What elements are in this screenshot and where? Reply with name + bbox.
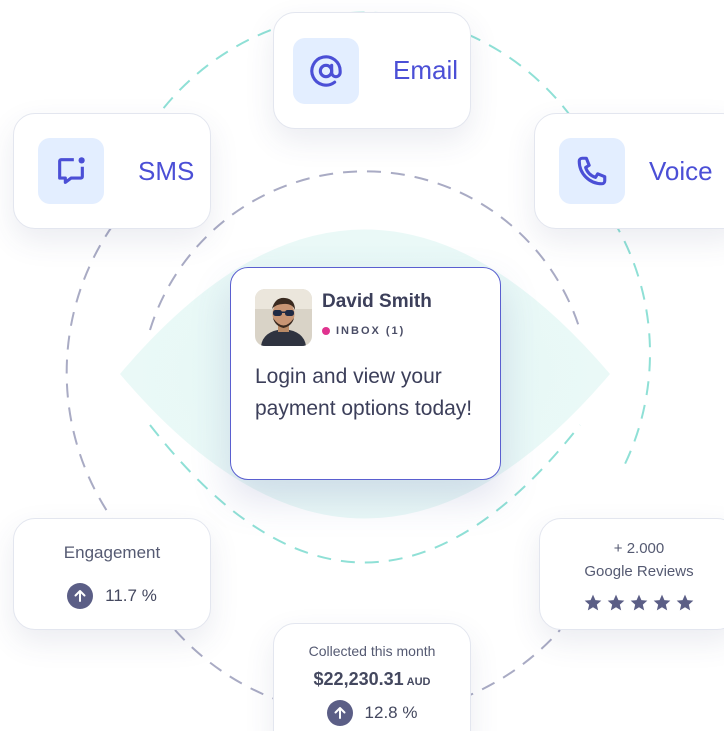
sms-label: SMS [138, 155, 195, 186]
star-icon [676, 594, 694, 611]
star-icon [630, 594, 648, 611]
omnichannel-diagram: Email SMS Voice David Smith INBOX (1) Lo… [0, 0, 724, 731]
collected-amount: $22,230.31 [313, 669, 404, 689]
reviews-stat-card: + 2.000 Google Reviews [539, 518, 724, 630]
outer-ring-teal-right [612, 219, 651, 471]
collected-stat-card: Collected this month $22,230.31 AUD 12.8 … [273, 623, 471, 731]
avatar [255, 289, 312, 346]
collected-change-value: 12.8 % [364, 703, 418, 722]
currency-code: AUD [406, 676, 431, 688]
message-notification-icon [38, 138, 104, 204]
voice-channel-card[interactable]: Voice [534, 113, 724, 229]
star-icon [607, 594, 625, 611]
outer-ring-gray-left [65, 224, 114, 521]
engagement-metric: 11.7 % [14, 583, 210, 609]
arrow-up-icon [67, 583, 94, 609]
collected-amount-row: $22,230.31 AUD [274, 669, 470, 690]
email-channel-card[interactable]: Email [273, 12, 471, 129]
star-icon [653, 594, 671, 611]
star-rating [540, 593, 724, 613]
collected-change: 12.8 % [274, 700, 470, 726]
sender-name: David Smith [322, 291, 432, 312]
sms-channel-card[interactable]: SMS [13, 113, 211, 229]
engagement-title: Engagement [63, 543, 161, 562]
unread-dot [322, 327, 330, 335]
at-sign-icon [293, 37, 359, 104]
collected-title: Collected this month [308, 643, 436, 659]
voice-label: Voice [649, 155, 713, 186]
star-icon [584, 594, 602, 611]
arrow-up-icon [326, 700, 353, 726]
reviews-count: + 2.000 [613, 540, 665, 557]
phone-icon [559, 138, 625, 204]
inbox-status: INBOX (1) [322, 325, 405, 337]
engagement-value: 11.7 % [105, 586, 157, 605]
email-label: Email [393, 55, 459, 85]
message-body: Login and view your payment options toda… [255, 365, 473, 420]
message-preview-card[interactable]: David Smith INBOX (1) Login and view you… [230, 267, 501, 480]
reviews-label: Google Reviews [584, 563, 694, 580]
engagement-stat-card: Engagement 11.7 % [13, 518, 211, 630]
inbox-label: INBOX (1) [336, 325, 406, 337]
